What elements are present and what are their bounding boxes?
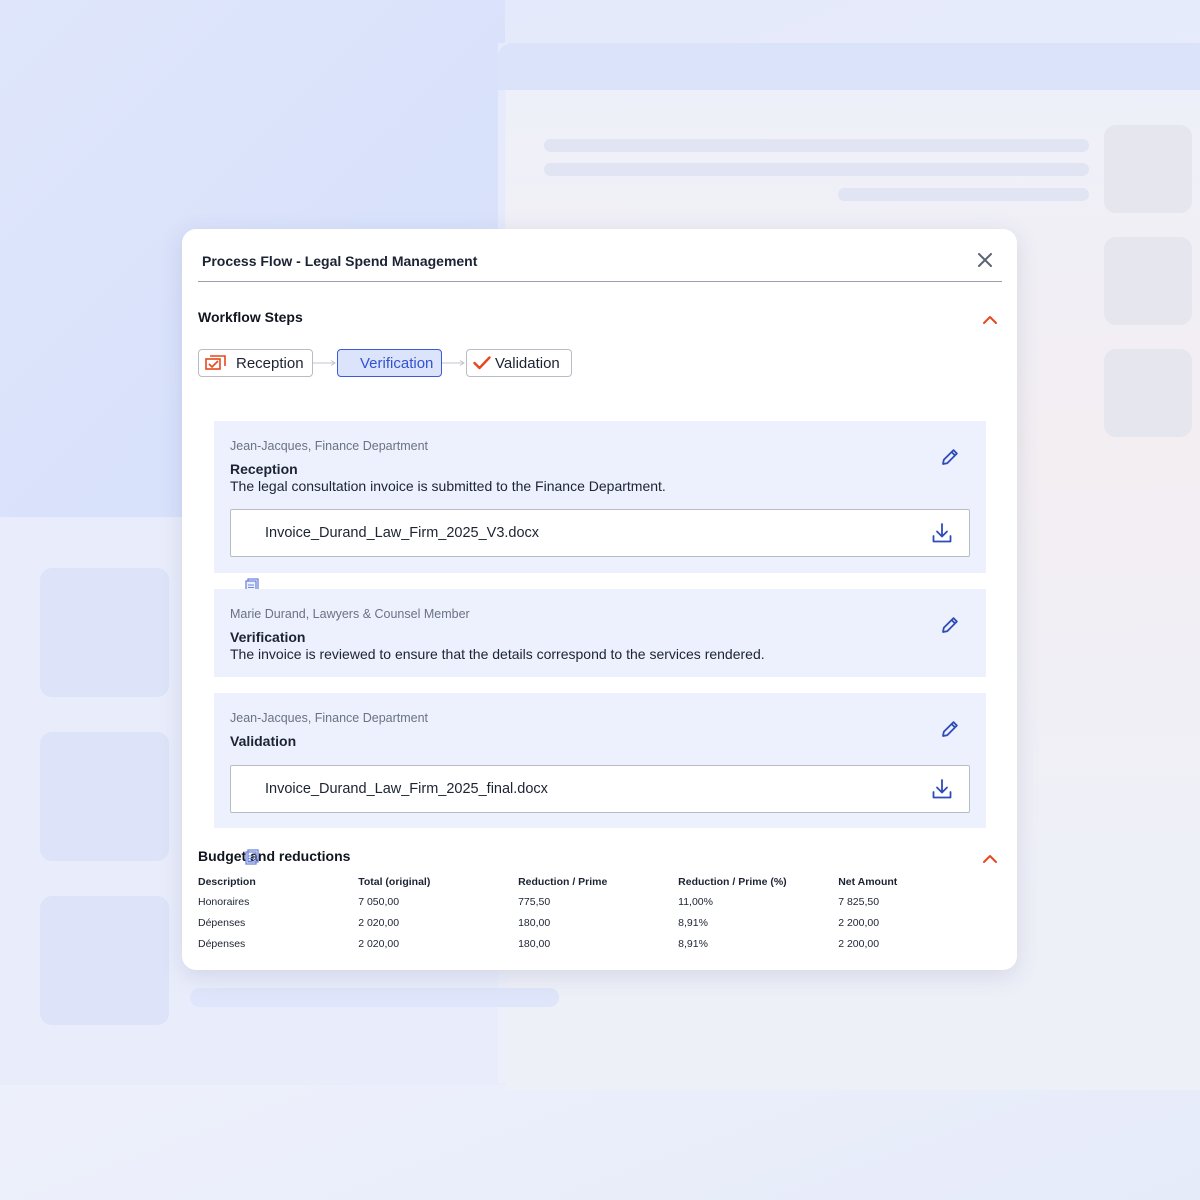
placeholder-line: [544, 163, 1089, 176]
table-cell: 2 020,00: [358, 916, 400, 929]
workflow-card-reception: Jean-Jacques, Finance Department Recepti…: [214, 421, 986, 573]
column-header: Reduction / Prime (%): [678, 876, 787, 888]
column-header: Reduction / Prime: [518, 876, 608, 888]
close-icon[interactable]: [976, 251, 994, 269]
table-cell: Dépenses: [198, 937, 246, 950]
budget-section-title: Budget and reductions: [198, 848, 351, 864]
column-header: Description: [198, 876, 256, 888]
workflow-card-verification: Marie Durand, Lawyers & Counsel Member V…: [214, 589, 986, 677]
table-cell: 7 050,00: [358, 895, 400, 908]
table-cell: 180,00: [518, 937, 551, 950]
table-row: Dépenses 2 020,00 180,00 8,91% 2 200,00: [198, 912, 998, 933]
process-flow-modal: Process Flow - Legal Spend Management Wo…: [182, 229, 1017, 970]
pencil-icon[interactable]: [939, 614, 961, 636]
card-description: The invoice is reviewed to ensure that t…: [230, 646, 765, 662]
step-label: Reception: [236, 355, 304, 372]
column-header: Total (original): [358, 876, 431, 888]
download-icon[interactable]: [931, 778, 953, 800]
table-cell: Honoraires: [198, 895, 250, 908]
step-label: Validation: [495, 355, 560, 372]
table-cell: 775,50: [518, 895, 551, 908]
background-window-header: [498, 43, 1200, 90]
placeholder-line: [544, 139, 1089, 152]
card-description: The legal consultation invoice is submit…: [230, 478, 666, 494]
step-arrow: [442, 360, 466, 366]
table-cell: 2 200,00: [838, 937, 880, 950]
table-cell: 2 200,00: [838, 916, 880, 929]
step-reception[interactable]: Reception: [198, 349, 313, 377]
document-icon: [245, 849, 259, 865]
table-cell: 7 825,50: [838, 895, 880, 908]
placeholder-card: [1104, 125, 1192, 213]
placeholder-line: [838, 188, 1089, 201]
modal-title: Process Flow - Legal Spend Management: [202, 253, 478, 269]
card-author: Marie Durand, Lawyers & Counsel Member: [230, 607, 470, 621]
card-author: Jean-Jacques, Finance Department: [230, 711, 429, 725]
modal-header: Process Flow - Legal Spend Management: [198, 229, 1002, 282]
step-validation[interactable]: Validation: [466, 349, 572, 377]
step-verification[interactable]: Verification: [337, 349, 442, 377]
placeholder-card: [40, 896, 169, 1025]
download-icon[interactable]: [931, 522, 953, 544]
column-header: Net Amount: [838, 876, 898, 888]
file-attachment: Invoice_Durand_Law_Firm_2025_final.docx: [230, 765, 970, 813]
file-attachment: Invoice_Durand_Law_Firm_2025_V3.docx: [230, 509, 970, 557]
file-name: Invoice_Durand_Law_Firm_2025_V3.docx: [265, 525, 540, 541]
placeholder-card: [40, 732, 169, 861]
table-row: Dépenses 2 020,00 180,00 8,91% 2 200,00: [198, 933, 998, 954]
card-step-title: Reception: [230, 461, 298, 477]
placeholder-line: [190, 988, 559, 1007]
table-row: Honoraires 7 050,00 775,50 11,00% 7 825,…: [198, 891, 998, 912]
chevron-up-icon[interactable]: [982, 851, 998, 863]
card-author: Jean-Jacques, Finance Department: [230, 439, 429, 453]
placeholder-card: [1104, 349, 1192, 437]
table-cell: 8,91%: [678, 937, 708, 950]
pencil-icon[interactable]: [939, 718, 961, 740]
reception-icon: [205, 355, 227, 372]
card-step-title: Validation: [230, 733, 297, 749]
table-header-row: Description Total (original) Reduction /…: [198, 873, 998, 891]
file-name: Invoice_Durand_Law_Firm_2025_final.docx: [265, 781, 548, 797]
card-step-title: Verification: [230, 629, 306, 645]
placeholder-card: [1104, 237, 1192, 325]
chevron-up-icon[interactable]: [982, 312, 998, 324]
step-label: Verification: [360, 355, 434, 372]
step-arrow: [313, 360, 337, 366]
table-cell: 2 020,00: [358, 937, 400, 950]
workflow-card-validation: Jean-Jacques, Finance Department Validat…: [214, 693, 986, 828]
workflow-section-title: Workflow Steps: [198, 309, 303, 325]
check-icon: [473, 356, 491, 370]
placeholder-card: [40, 568, 169, 697]
table-cell: 8,91%: [678, 916, 708, 929]
table-cell: 180,00: [518, 916, 551, 929]
budget-table: Description Total (original) Reduction /…: [198, 873, 998, 954]
table-cell: Dépenses: [198, 916, 246, 929]
pencil-icon[interactable]: [939, 446, 961, 468]
table-cell: 11,00%: [678, 895, 713, 908]
